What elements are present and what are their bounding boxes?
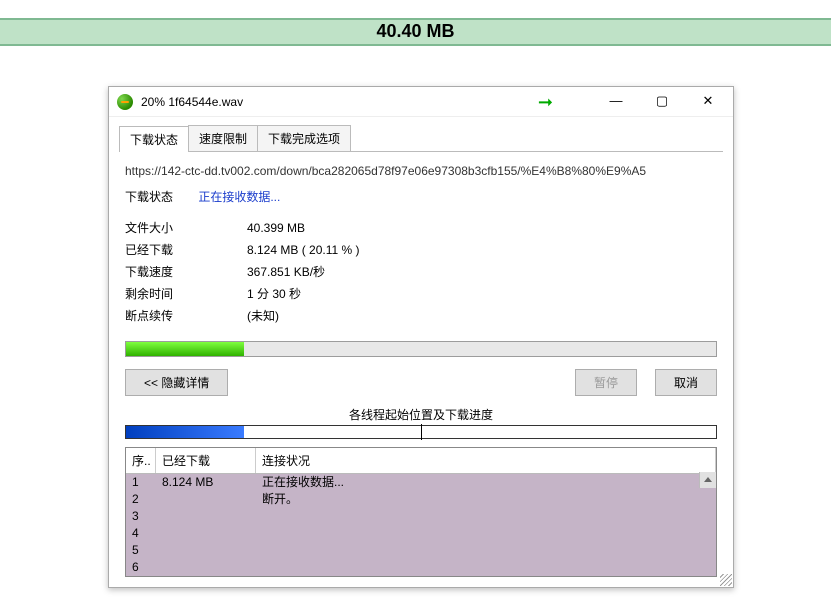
idm-icon xyxy=(117,94,133,110)
col-downloaded[interactable]: 已经下载 xyxy=(156,448,256,473)
table-row[interactable]: 6 xyxy=(126,559,716,576)
minimize-button[interactable]: — xyxy=(593,88,639,116)
cell-conn: 断开。 xyxy=(256,491,716,508)
hide-details-button[interactable]: << 隐藏详情 xyxy=(125,369,228,396)
maximize-button[interactable]: ▢ xyxy=(639,88,685,116)
cell-downloaded: 8.124 MB xyxy=(156,474,256,491)
col-idx[interactable]: 序.. xyxy=(126,448,156,473)
segments-bar xyxy=(125,425,717,439)
size-value: 40.399 MB xyxy=(247,217,305,239)
cell-conn xyxy=(256,508,716,525)
download-url: https://142-ctc-dd.tv002.com/down/bca282… xyxy=(125,164,717,178)
done-label: 已经下载 xyxy=(125,239,247,261)
cell-conn xyxy=(256,559,716,576)
tabs: 下载状态 速度限制 下载完成选项 xyxy=(119,125,723,152)
status-label: 下载状态 xyxy=(125,188,195,205)
cell-conn xyxy=(256,525,716,542)
playing-icon: ➞ xyxy=(538,93,553,111)
resume-label: 断点续传 xyxy=(125,305,247,327)
overall-progress xyxy=(125,341,717,357)
window-title: 20% 1f64544e.wav xyxy=(141,95,538,109)
banner: 40.40 MB xyxy=(0,18,831,46)
status-row: 下载状态 正在接收数据... xyxy=(125,188,717,205)
cell-idx: 6 xyxy=(126,559,156,576)
cell-idx: 5 xyxy=(126,542,156,559)
eta-label: 剩余时间 xyxy=(125,283,247,305)
table-row[interactable]: 5 xyxy=(126,542,716,559)
done-value: 8.124 MB ( 20.11 % ) xyxy=(247,239,360,261)
scroll-up-button[interactable] xyxy=(699,472,716,488)
segments-title: 各线程起始位置及下载进度 xyxy=(119,406,723,423)
eta-value: 1 分 30 秒 xyxy=(247,283,301,305)
close-button[interactable]: ✕ xyxy=(685,88,731,116)
table-row[interactable]: 4 xyxy=(126,525,716,542)
tab-status[interactable]: 下载状态 xyxy=(119,126,189,152)
resize-handle[interactable] xyxy=(720,574,732,586)
status-value: 正在接收数据... xyxy=(198,190,280,204)
cell-downloaded xyxy=(156,508,256,525)
cell-downloaded xyxy=(156,559,256,576)
thread-table: 序.. 已经下载 连接状况 18.124 MB正在接收数据...2断开。3456 xyxy=(125,447,717,577)
cell-idx: 1 xyxy=(126,474,156,491)
table-row[interactable]: 18.124 MB正在接收数据... xyxy=(126,474,716,491)
cell-downloaded xyxy=(156,491,256,508)
cell-downloaded xyxy=(156,542,256,559)
info-grid: 文件大小40.399 MB 已经下载8.124 MB ( 20.11 % ) 下… xyxy=(125,217,717,327)
col-conn[interactable]: 连接状况 xyxy=(256,448,716,473)
table-row[interactable]: 2 断开。 xyxy=(126,491,716,508)
resume-value: (未知) xyxy=(247,305,279,327)
download-dialog: 20% 1f64544e.wav ➞ — ▢ ✕ 下载状态 速度限制 下载完成选… xyxy=(108,86,734,588)
speed-label: 下载速度 xyxy=(125,261,247,283)
tab-complete-options[interactable]: 下载完成选项 xyxy=(257,125,351,151)
cancel-button[interactable]: 取消 xyxy=(655,369,717,396)
chevron-up-icon xyxy=(704,477,712,482)
titlebar[interactable]: 20% 1f64544e.wav ➞ — ▢ ✕ xyxy=(109,87,733,117)
cell-conn xyxy=(256,542,716,559)
tab-speed-limit[interactable]: 速度限制 xyxy=(188,125,258,151)
pause-button[interactable]: 暂停 xyxy=(575,369,637,396)
size-label: 文件大小 xyxy=(125,217,247,239)
cell-idx: 3 xyxy=(126,508,156,525)
progress-fill xyxy=(126,342,244,356)
cell-idx: 4 xyxy=(126,525,156,542)
cell-conn: 正在接收数据... xyxy=(256,474,716,491)
speed-value: 367.851 KB/秒 xyxy=(247,261,325,283)
cell-idx: 2 xyxy=(126,491,156,508)
table-row[interactable]: 3 xyxy=(126,508,716,525)
cell-downloaded xyxy=(156,525,256,542)
